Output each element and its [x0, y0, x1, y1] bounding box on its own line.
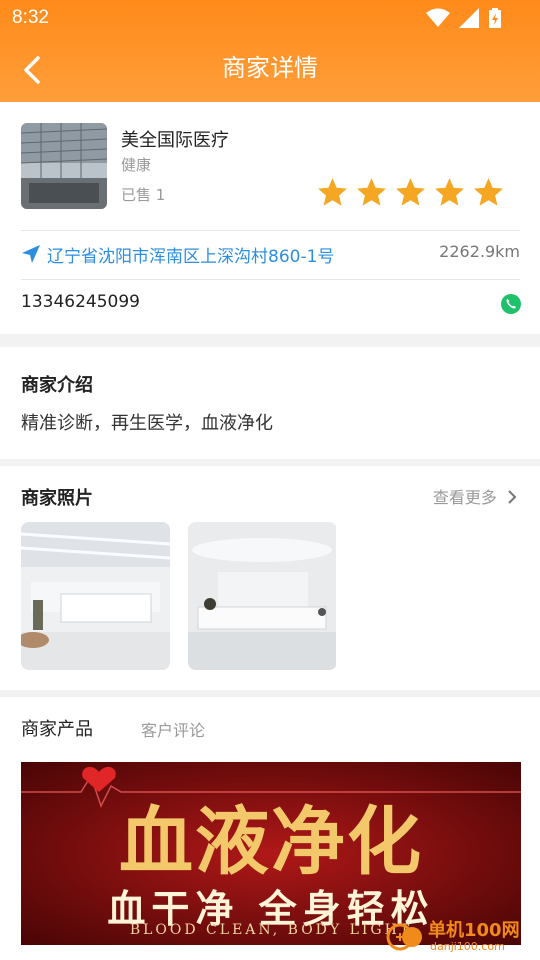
- divider: [21, 230, 520, 231]
- view-more-label: 查看更多: [432, 488, 497, 507]
- chevron-right-icon: [508, 490, 517, 504]
- phone-call-icon[interactable]: [501, 294, 521, 314]
- merchant-photo[interactable]: [21, 522, 170, 670]
- merchant-name: 美全国际医疗: [121, 130, 229, 151]
- merchant-products-card: 商家产品 客户评论 血液净化 血干净 全身轻松 BLOOD CLEAN, BOD…: [0, 697, 540, 960]
- address-text: 辽宁省沈阳市浑南区上深沟村860-1号: [47, 247, 335, 267]
- star-icon: [474, 178, 503, 206]
- divider: [21, 279, 520, 280]
- wifi-icon: [425, 8, 450, 27]
- tab-products[interactable]: 商家产品: [21, 715, 93, 741]
- merchant-info-card: 美全国际医疗 健康 已售 1 辽宁省沈阳市浑南区上深沟村860-1号 2262.…: [0, 102, 540, 334]
- rating-stars: [316, 176, 511, 210]
- merchant-photo[interactable]: [188, 522, 337, 670]
- signal-icon: [458, 8, 479, 28]
- distance: 2262.9km: [439, 242, 520, 261]
- status-bar: 8:32: [0, 0, 540, 36]
- watermark-url: danji100.com: [430, 940, 505, 953]
- navigation-icon: [22, 245, 40, 263]
- view-more-link[interactable]: 查看更多: [433, 484, 518, 508]
- photos-title: 商家照片: [21, 488, 93, 509]
- intro-text: 精准诊断，再生医学，血液净化: [21, 413, 273, 434]
- status-time: 8:32: [12, 7, 49, 28]
- banner-headline: 血液净化: [119, 799, 423, 885]
- watermark-brand: 单机100网: [428, 920, 520, 941]
- phone-number: 13346245099: [21, 292, 140, 312]
- merchant-thumbnail[interactable]: [21, 123, 107, 209]
- merchant-category: 健康: [121, 156, 152, 174]
- star-icon: [318, 178, 347, 206]
- merchant-photos-card: 商家照片 查看更多: [0, 466, 540, 690]
- star-icon: [435, 178, 464, 206]
- star-icon: [396, 178, 425, 206]
- watermark-logo-icon: [386, 923, 422, 951]
- sold-count: 已售 1: [121, 186, 166, 204]
- tab-reviews[interactable]: 客户评论: [141, 717, 205, 741]
- app-header: 8:32 商家详情: [0, 0, 540, 102]
- status-icons: [422, 8, 502, 28]
- address-row[interactable]: 辽宁省沈阳市浑南区上深沟村860-1号 2262.9km: [21, 240, 520, 268]
- merchant-intro-card: 商家介绍 精准诊断，再生医学，血液净化: [0, 347, 540, 459]
- star-icon: [357, 178, 386, 206]
- battery-icon: [489, 8, 501, 28]
- intro-title: 商家介绍: [21, 375, 93, 396]
- page-title: 商家详情: [222, 54, 318, 82]
- site-watermark: 单机100网 danji100.com: [386, 914, 536, 958]
